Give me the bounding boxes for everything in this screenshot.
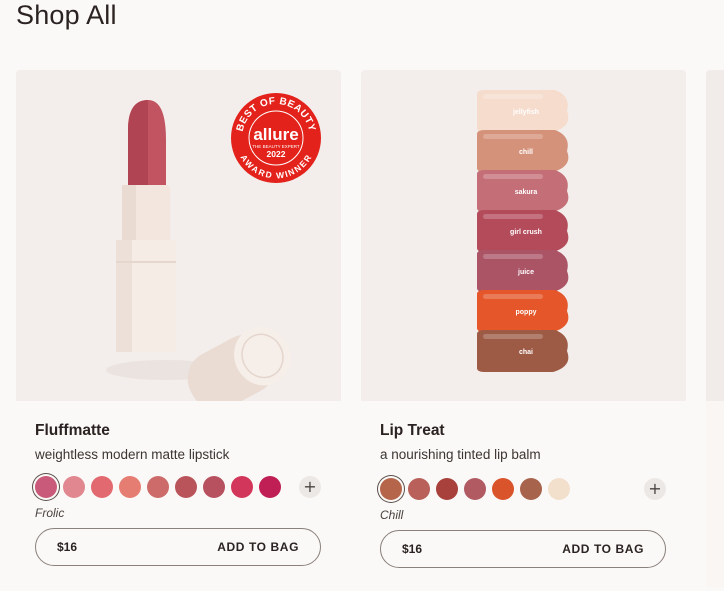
product-info-partial [706, 401, 724, 588]
shade-swatch[interactable] [91, 476, 113, 498]
add-to-bag-button[interactable]: $16 ADD TO BAG [35, 528, 321, 566]
add-to-bag-label: ADD TO BAG [562, 542, 644, 556]
shade-swatch[interactable] [147, 476, 169, 498]
shade-swatch[interactable] [464, 478, 486, 500]
plus-icon[interactable]: + [299, 476, 321, 498]
product-card-lip-treat[interactable]: jellyfish chill sakura girl crush juice poppy… [361, 70, 686, 588]
badge-year: 2022 [267, 149, 286, 159]
product-image-lip-treat[interactable]: jellyfish chill sakura girl crush juice poppy… [361, 70, 686, 401]
shade-label: sakura [515, 189, 538, 196]
plus-icon[interactable]: + [644, 478, 666, 500]
product-card-partial[interactable] [706, 70, 724, 588]
shade-swatch[interactable] [231, 476, 253, 498]
price: $16 [402, 542, 423, 556]
add-to-bag-label: ADD TO BAG [217, 540, 299, 554]
product-card-fluffmatte[interactable]: BEST OF BEAUTY AWARD WINNER allure THE B… [16, 70, 341, 588]
shade-smear: girl crush [477, 210, 569, 252]
product-description: weightless modern matte lipstick [35, 447, 230, 462]
product-description: a nourishing tinted lip balm [380, 447, 541, 462]
product-info: Fluffmatte weightless modern matte lipst… [16, 401, 341, 588]
product-image-partial[interactable] [706, 70, 724, 401]
allure-award-badge: BEST OF BEAUTY AWARD WINNER allure THE B… [231, 93, 321, 183]
shade-swatches: + [380, 478, 680, 502]
shade-swatch[interactable] [35, 476, 57, 498]
shade-swatch[interactable] [380, 478, 402, 500]
shade-swatch[interactable] [436, 478, 458, 500]
page-title: Shop All [16, 0, 117, 30]
shade-swatch[interactable] [520, 478, 542, 500]
shade-label: juice [517, 269, 534, 276]
shade-smear: juice [477, 250, 569, 292]
shade-swatch[interactable] [175, 476, 197, 498]
add-to-bag-button[interactable]: $16 ADD TO BAG [380, 530, 666, 568]
product-image-fluffmatte[interactable]: BEST OF BEAUTY AWARD WINNER allure THE B… [16, 70, 341, 411]
selected-shade-name: Chill [380, 508, 404, 522]
shade-swatch[interactable] [548, 478, 570, 500]
badge-brand: allure [253, 125, 298, 144]
price: $16 [57, 540, 78, 554]
shade-label: chill [519, 149, 533, 156]
shade-smear: jellyfish [477, 90, 569, 132]
shade-smear: poppy [477, 290, 569, 332]
product-info: Lip Treat a nourishing tinted lip balm +… [361, 401, 686, 588]
shade-swatch[interactable] [259, 476, 281, 498]
shade-swatches: + [35, 476, 335, 500]
product-name[interactable]: Lip Treat [380, 422, 445, 440]
shade-label: poppy [516, 309, 537, 316]
shade-swatch[interactable] [492, 478, 514, 500]
shade-swatch[interactable] [119, 476, 141, 498]
shade-label: girl crush [510, 229, 542, 236]
selected-shade-name: Frolic [35, 506, 65, 520]
shade-smear: chill [477, 130, 569, 172]
product-name[interactable]: Fluffmatte [35, 422, 110, 440]
shade-swatch[interactable] [408, 478, 430, 500]
shade-smear-chart: jellyfish chill sakura girl crush juice poppy… [477, 90, 569, 372]
shade-swatch[interactable] [203, 476, 225, 498]
shade-label: jellyfish [512, 109, 539, 116]
shade-label: chai [519, 349, 533, 356]
shade-smear: chai [477, 330, 569, 372]
shade-swatch[interactable] [63, 476, 85, 498]
shade-smear: sakura [477, 170, 569, 212]
